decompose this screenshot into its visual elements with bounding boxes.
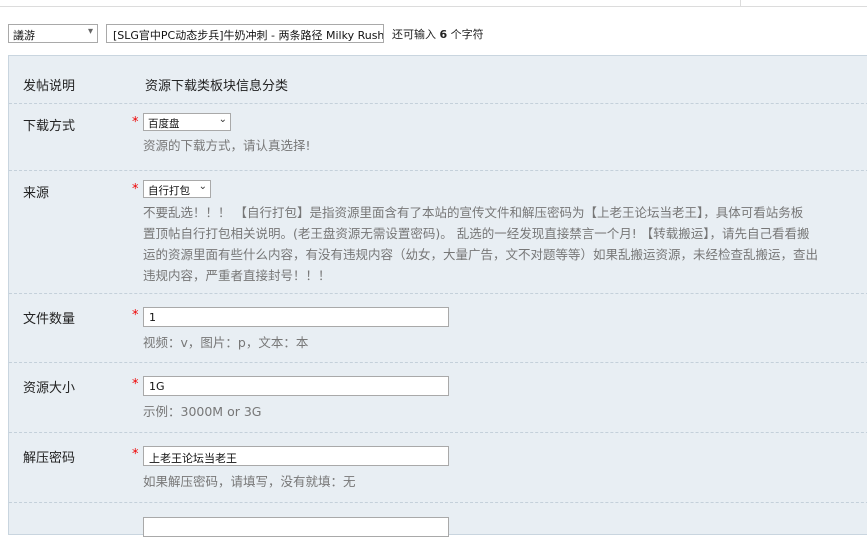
source-hint-line: 运的资源里面有些什么内容，有没有违规内容（幼女，大量广告，文不对题等等）如果乱搬… [143,247,819,262]
source-hint: 不要乱选！！！ 【自行打包】是指资源里面含有了本站的宣传文件和解压密码为【上老王… [143,202,867,286]
required-mark: * [132,182,139,197]
source-label: 来源 [23,186,50,201]
chevron-down-icon: ⌄ [218,114,227,125]
password-input[interactable]: 上老王论坛当老王 [143,446,449,466]
row-size: 资源大小 * 1G 示例：3000M or 3G [9,362,867,433]
required-mark: * [132,377,139,392]
required-mark: * [132,115,139,130]
next-field-input[interactable] [143,517,449,537]
info-panel: 发帖说明 资源下载类板块信息分类 下载方式 * 百度盘 ⌄ 资源的下载方式，请认… [8,55,867,537]
size-label: 资源大小 [23,381,76,396]
password-value: 上老王论坛当老王 [149,452,237,465]
file-count-label: 文件数量 [23,312,76,327]
file-count-value: 1 [149,311,156,324]
source-hint-line: 违规内容，严重者直接封号！！！ [143,268,331,283]
remaining-suffix: 个字符 [450,28,484,41]
row-file-count: 文件数量 * 1 视频：v，图片：p，文本：本 [9,293,867,363]
top-tab [0,0,741,7]
download-method-select[interactable]: 百度盘 ⌄ [143,113,231,131]
source-hint-line: 置顶帖自行打包相关说明。(老王盘资源无需设置密码)。 乱选的一经发现直接禁言一个… [143,226,810,241]
size-value: 1G [149,380,165,393]
source-hint-line: 不要乱选！！！ 【自行打包】是指资源里面含有了本站的宣传文件和解压密码为【上老王… [143,205,804,220]
title-input[interactable]: [SLG官中PC动态步兵]牛奶冲刺 - 两条路径 Milky Rush-Tv [106,24,384,43]
password-hint: 如果解压密码，请填写，没有就填：无 [143,474,356,489]
file-count-input[interactable]: 1 [143,307,449,327]
password-label: 解压密码 [23,451,76,466]
post-desc-value: 资源下载类板块信息分类 [145,79,289,94]
remaining-prefix: 还可输入 [392,28,436,41]
source-select-value: 自行打包 [148,185,190,197]
file-count-hint: 视频：v，图片：p，文本：本 [143,335,309,350]
row-source: 来源 * 自行打包 ⌄ 不要乱选！！！ 【自行打包】是指资源里面含有了本站的宣传… [9,170,867,294]
category-select[interactable]: 議游 ▾ [8,24,98,43]
source-select[interactable]: 自行打包 ⌄ [143,180,211,198]
chevron-down-icon: ⌄ [198,181,207,192]
post-desc-label: 发帖说明 [23,79,76,94]
chevron-down-icon: ▾ [87,26,93,37]
title-input-value: [SLG官中PC动态步兵]牛奶冲刺 - 两条路径 Milky Rush-Tv [113,29,384,42]
required-mark: * [132,447,139,462]
download-label: 下载方式 [23,119,76,134]
required-mark: * [132,308,139,323]
row-password: 解压密码 * 上老王论坛当老王 如果解压密码，请填写，没有就填：无 [9,432,867,503]
category-select-value: 議游 [13,29,35,42]
row-post-desc: 发帖说明 资源下载类板块信息分类 [9,56,867,104]
download-method-value: 百度盘 [148,118,180,130]
top-tab-bar [0,0,867,7]
size-hint: 示例：3000M or 3G [143,404,262,419]
size-input[interactable]: 1G [143,376,449,396]
remaining-chars: 还可输入 6 个字符 [392,26,484,42]
download-hint: 资源的下载方式，请认真选择! [143,138,311,153]
row-download: 下载方式 * 百度盘 ⌄ 资源的下载方式，请认真选择! [9,103,867,171]
remaining-count: 6 [439,28,448,41]
